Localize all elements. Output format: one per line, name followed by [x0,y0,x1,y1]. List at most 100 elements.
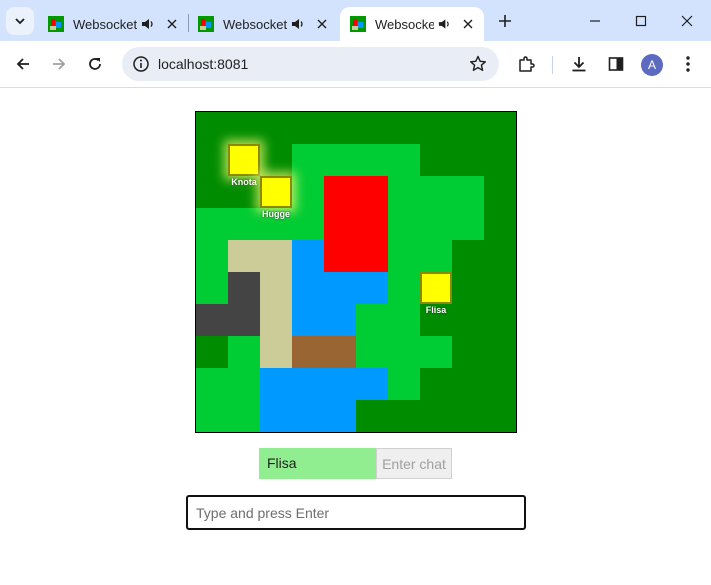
maximize-button[interactable] [618,0,664,41]
close-window-button[interactable] [664,0,710,41]
chat-input[interactable] [186,495,526,530]
tile-dark-grass [292,112,324,144]
tile-dark-grass [484,368,516,400]
tile-rock [196,304,228,336]
minimize-icon [590,19,600,22]
tile-grass [356,144,388,176]
side-panel-button[interactable] [602,50,630,78]
back-button[interactable] [9,50,37,78]
tile-grass [228,368,260,400]
tile-water [324,272,356,304]
tile-water [356,272,388,304]
tile-grass [388,368,420,400]
close-tab-icon[interactable] [461,17,474,31]
toolbar-separator [552,56,553,74]
new-tab-button[interactable] [494,10,516,32]
tab-title: Websocket [223,16,287,32]
tile-dark-grass [484,272,516,304]
speaker-icon[interactable] [141,17,155,31]
tile-dark-grass [420,144,452,176]
player-name-tag: Hugge [262,209,290,219]
tile-dark-grass [388,112,420,144]
browser-toolbar: localhost:8081 A [0,41,711,88]
tile-dark-grass [452,368,484,400]
tile-dark-grass [484,336,516,368]
speaker-icon[interactable] [291,17,305,31]
tile-grass [228,336,260,368]
site-info-icon[interactable] [132,55,150,73]
tile-grass [196,400,228,432]
tab-search-button[interactable] [6,7,34,35]
tile-grass [324,144,356,176]
tile-lava [356,208,388,240]
tile-dark-grass [356,112,388,144]
tab-websocket-2[interactable]: Websocket [188,7,339,41]
tile-water [260,400,292,432]
player-knota [228,144,260,176]
tile-dark-grass [452,112,484,144]
download-icon [572,57,586,72]
extensions-button[interactable] [512,50,540,78]
tile-lava [356,176,388,208]
tile-sand [260,336,292,368]
tile-water [292,368,324,400]
tile-grass [388,176,420,208]
tile-grass [420,176,452,208]
reload-icon [89,58,101,70]
tile-grass [292,176,324,208]
tile-lava [324,208,356,240]
tile-dark-grass [388,400,420,432]
tile-dark-grass [260,112,292,144]
tile-grass [356,304,388,336]
tile-water [356,368,388,400]
tile-water [292,240,324,272]
tile-water [292,304,324,336]
tile-grass [228,400,260,432]
speaker-icon[interactable] [438,17,451,31]
tile-dark-grass [420,400,452,432]
minimize-button[interactable] [572,0,618,41]
forward-button[interactable] [45,50,73,78]
tile-sand [260,240,292,272]
tab-websocket-1[interactable]: Websocket [38,7,189,41]
menu-button[interactable] [674,50,702,78]
tab-strip: Websocket Websocket Websocket [0,0,711,41]
tile-dark-grass [196,112,228,144]
address-url[interactable]: localhost:8081 [158,56,248,72]
tile-dirt [324,336,356,368]
close-tab-icon[interactable] [165,17,179,31]
game-favicon-icon [198,16,214,32]
profile-avatar[interactable]: A [641,54,663,76]
arrow-left-icon [16,58,29,70]
close-icon [681,15,693,26]
bookmark-star-icon[interactable] [469,55,487,73]
downloads-button[interactable] [565,50,593,78]
tile-grass [388,144,420,176]
tile-grass [420,208,452,240]
enter-chat-button[interactable]: Enter chat [376,448,452,479]
game-favicon-icon [350,16,366,32]
tile-grass [292,144,324,176]
game-board[interactable]: Knota Hugge Flisa [195,111,517,433]
tile-dark-grass [260,144,292,176]
reload-button[interactable] [81,50,109,78]
tile-dark-grass [452,272,484,304]
tile-dark-grass [420,112,452,144]
game-favicon-icon [48,16,64,32]
tile-grass [196,208,228,240]
tile-grass [388,336,420,368]
tile-lava [356,240,388,272]
tile-sand [260,304,292,336]
tile-grass [356,336,388,368]
maximize-icon [635,15,647,26]
tile-grass [196,368,228,400]
tile-lava [324,240,356,272]
tile-dark-grass [484,304,516,336]
tile-dark-grass [452,336,484,368]
tile-grass [388,240,420,272]
tile-grass [388,272,420,304]
tile-water [324,400,356,432]
address-bar[interactable]: localhost:8081 [122,47,499,81]
tab-websocket-3[interactable]: Websocket [340,7,484,41]
close-tab-icon[interactable] [315,17,329,31]
